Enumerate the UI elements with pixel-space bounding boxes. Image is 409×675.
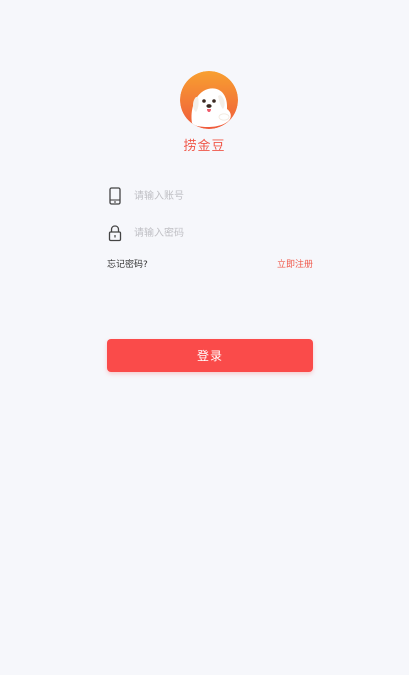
lock-icon <box>107 224 123 242</box>
login-button[interactable]: 登录 <box>107 339 313 372</box>
password-field <box>107 222 313 246</box>
account-field <box>107 185 313 209</box>
phone-icon <box>107 187 123 205</box>
dog-mascot-icon <box>180 71 238 129</box>
account-input[interactable] <box>134 185 312 207</box>
forgot-password-link[interactable]: 忘记密码? <box>107 257 148 270</box>
register-link[interactable]: 立即注册 <box>277 257 313 270</box>
app-name: 捞金豆 <box>183 139 226 154</box>
app-logo <box>180 71 238 129</box>
password-input[interactable] <box>134 222 312 244</box>
